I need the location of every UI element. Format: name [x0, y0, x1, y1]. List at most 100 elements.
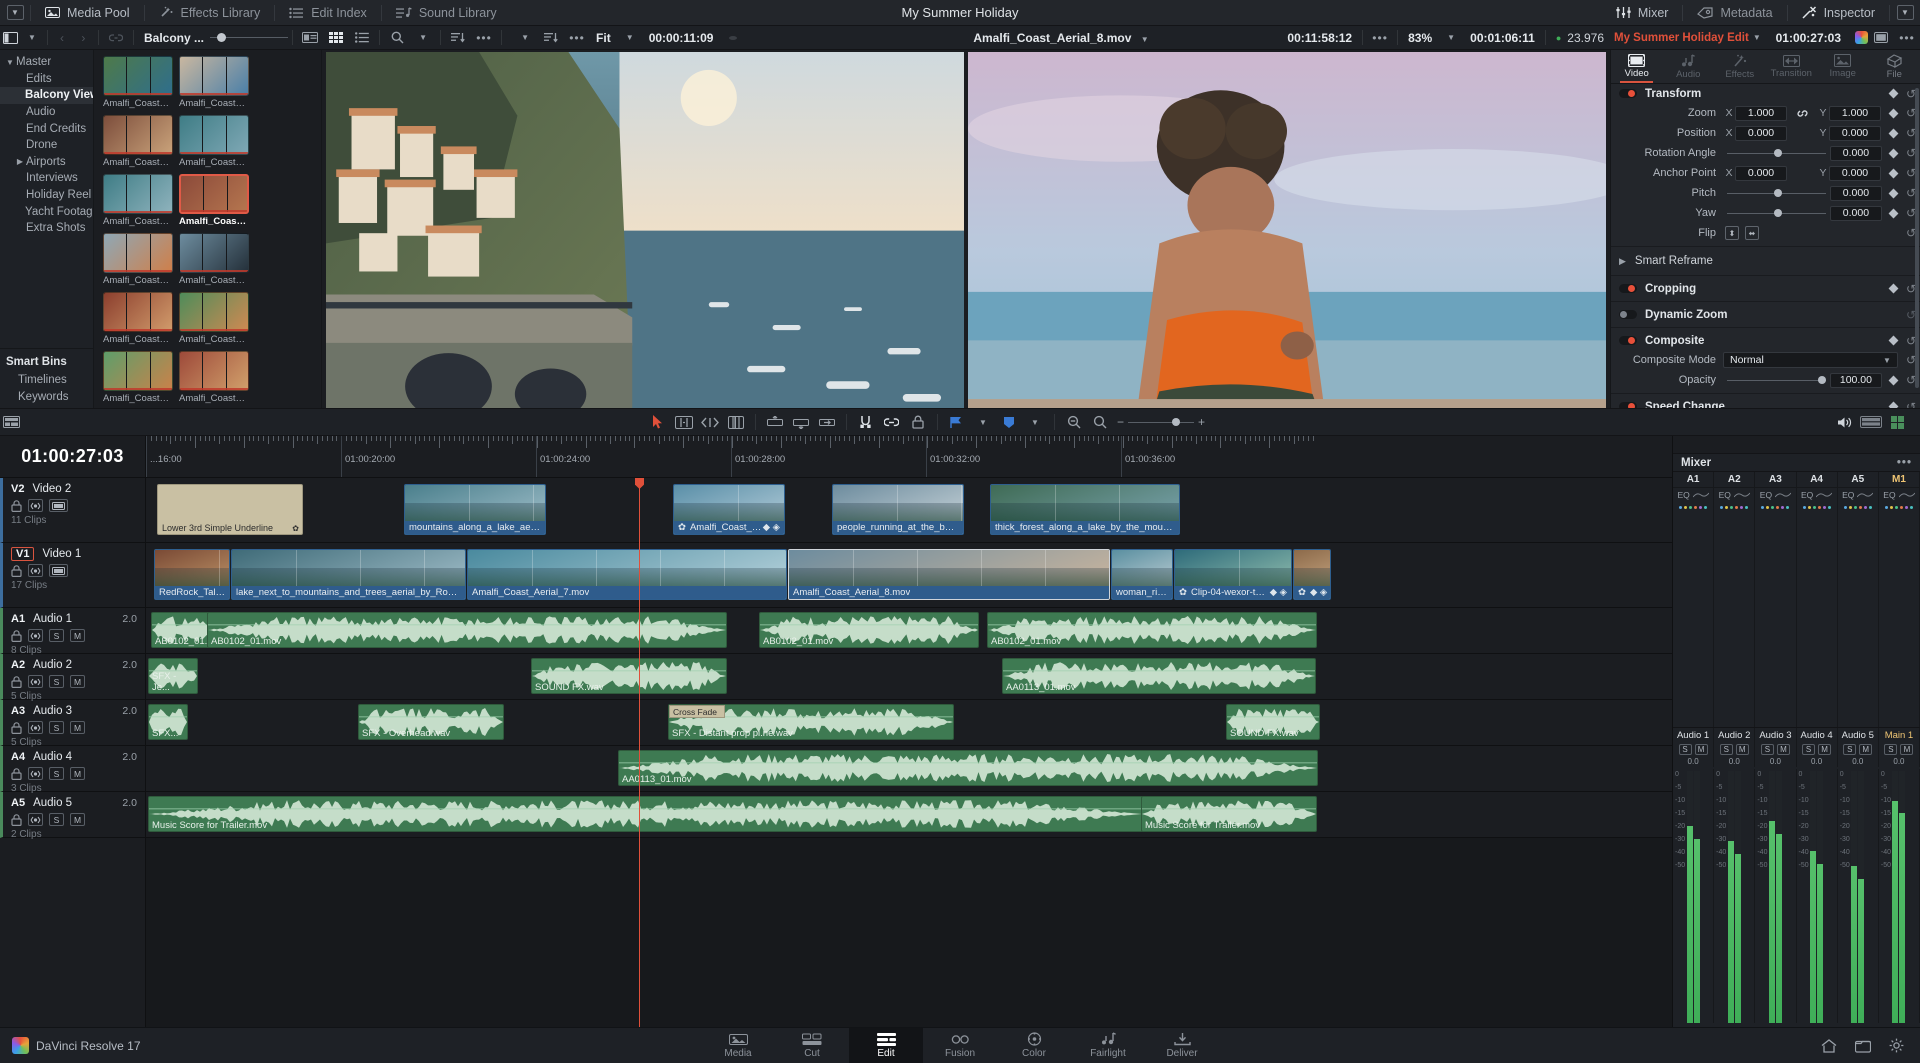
track-number[interactable]: V2: [11, 483, 24, 495]
top-item-media-pool[interactable]: Media Pool: [31, 0, 144, 26]
chevron-down-icon[interactable]: ▼: [617, 26, 643, 50]
position-y-field[interactable]: 0.000: [1829, 125, 1881, 141]
cropping-toggle[interactable]: [1619, 284, 1637, 293]
timeline-clip[interactable]: woman_ridi...: [1111, 549, 1173, 600]
track-enable-icon[interactable]: [28, 675, 43, 688]
page-button-cut[interactable]: Cut: [775, 1028, 849, 1063]
inspector-scrollbar[interactable]: [1915, 88, 1919, 388]
eq-control[interactable]: EQ: [1797, 488, 1837, 502]
overwrite-clip-icon[interactable]: [788, 409, 814, 435]
mute-button[interactable]: M: [1776, 744, 1790, 755]
lock-icon[interactable]: [11, 813, 22, 826]
top-item-metadata[interactable]: Metadata: [1683, 0, 1786, 26]
chevron-down-icon[interactable]: ▼: [4, 58, 16, 67]
cross-fade-label[interactable]: Cross Fade: [669, 705, 725, 718]
mixer-bus-a3[interactable]: A3 EQ: [1755, 472, 1797, 727]
keyframe-icon[interactable]: [1888, 148, 1899, 158]
timeline-clip[interactable]: ✿Amalfi_Coast_Ta.ent...◆ ◈: [673, 484, 785, 535]
solo-button[interactable]: S: [1843, 744, 1857, 755]
flag-icon[interactable]: [944, 409, 970, 435]
source-more-icon[interactable]: •••: [564, 26, 590, 50]
media-pool-clip[interactable]: Amalfi_Coast_A...: [103, 56, 173, 109]
link-icon[interactable]: [103, 26, 129, 50]
media-pool-clip[interactable]: Amalfi_Coast_T...: [103, 292, 173, 345]
track-number[interactable]: A1: [11, 613, 25, 625]
insert-clip-icon[interactable]: [762, 409, 788, 435]
right-panel-collapse-button[interactable]: ▼: [1890, 5, 1920, 20]
source-fit-label[interactable]: Fit: [590, 31, 617, 45]
inspector-section-smart-reframe[interactable]: ▶ Smart Reframe: [1611, 250, 1920, 272]
panel-toggle-icon[interactable]: [0, 26, 21, 50]
solo-button[interactable]: S: [1678, 744, 1692, 755]
top-item-edit-index[interactable]: Edit Index: [275, 0, 381, 26]
bin-item-yacht-footage[interactable]: Yacht Footage: [0, 203, 93, 220]
solo-button[interactable]: S: [49, 675, 64, 688]
rotation-slider[interactable]: [1727, 146, 1826, 160]
inspector-section-dynamic-zoom[interactable]: Dynamic Zoom ↺: [1611, 305, 1920, 324]
mixer-channel-5[interactable]: Audio 5: [1838, 727, 1879, 743]
yaw-slider[interactable]: [1727, 206, 1826, 220]
bin-item-drone[interactable]: Drone: [0, 137, 93, 154]
page-button-deliver[interactable]: Deliver: [1145, 1028, 1219, 1063]
color-wheel-icon[interactable]: [1855, 31, 1868, 44]
page-button-fusion[interactable]: Fusion: [923, 1028, 997, 1063]
mute-button[interactable]: M: [70, 629, 85, 642]
more-options-icon[interactable]: •••: [1897, 457, 1912, 469]
lock-icon[interactable]: [11, 564, 22, 577]
bin-item-airports[interactable]: ▶ Airports: [0, 154, 93, 171]
zoom-fit-icon[interactable]: [1087, 409, 1113, 435]
lock-icon[interactable]: [11, 499, 22, 512]
solo-button[interactable]: S: [49, 629, 64, 642]
track-name[interactable]: Audio 5: [33, 797, 72, 809]
page-button-edit[interactable]: Edit: [849, 1027, 923, 1063]
timeline-clip[interactable]: Amalfi_Coast_Aerial_8.mov: [788, 549, 1110, 600]
pitch-slider[interactable]: [1727, 186, 1826, 200]
inspector-tab-transition[interactable]: Transition: [1766, 50, 1818, 83]
mixer-channel-4[interactable]: Audio 4: [1797, 727, 1838, 743]
media-pool-clip[interactable]: Amalfi_Coast_A...: [103, 174, 173, 227]
track-name[interactable]: Video 1: [42, 548, 81, 560]
lock-icon[interactable]: [11, 767, 22, 780]
timeline-lanes[interactable]: Lower 3rd Simple Underline ✿ mountains_alo…: [146, 478, 1672, 1027]
timeline-audio-clip[interactable]: SOUND FX.wav: [531, 658, 727, 694]
mixer-bus-m1[interactable]: M1 EQ: [1878, 472, 1920, 727]
timeline-audio-clip[interactable]: SFX - Je...: [148, 658, 198, 694]
arrow-select-icon[interactable]: [645, 409, 671, 435]
inspector-section-transform[interactable]: Transform ↺: [1611, 84, 1920, 103]
keyframe-icon[interactable]: [1888, 375, 1899, 385]
viewer-mode-icon[interactable]: [1868, 26, 1894, 50]
track-number[interactable]: A2: [11, 659, 25, 671]
track-enable-icon[interactable]: [28, 564, 43, 577]
mixer-fader-value-4[interactable]: 0.0: [1797, 756, 1838, 767]
inspector-tab-image[interactable]: Image: [1817, 50, 1869, 83]
eq-control[interactable]: EQ: [1755, 488, 1795, 502]
track-number[interactable]: V1: [11, 547, 35, 561]
chevron-down-icon[interactable]: ▼: [1438, 26, 1464, 50]
lock-icon[interactable]: [11, 675, 22, 688]
chevron-down-icon[interactable]: ▼: [1749, 33, 1761, 42]
mute-button[interactable]: M: [1900, 744, 1914, 755]
link-icon[interactable]: [1787, 108, 1817, 119]
track-header-a3[interactable]: A3 Audio 3 2.0 S M 5 Clips: [0, 700, 145, 748]
media-pool-grid[interactable]: Amalfi_Coast_A... Amalfi_Coast_A... Amalfi…: [94, 50, 322, 408]
bin-item-master[interactable]: ▼ Master: [0, 54, 93, 71]
timeline-layout-icon[interactable]: [0, 416, 22, 428]
timeline-clip[interactable]: RedRock_Talent_3...: [154, 549, 230, 600]
keyframe-icon[interactable]: [1888, 88, 1899, 99]
timeline-name[interactable]: My Summer Holiday Edit: [1614, 32, 1749, 44]
track-name[interactable]: Audio 1: [33, 613, 72, 625]
track-monitor-icon[interactable]: [49, 564, 68, 577]
more-options-icon[interactable]: •••: [1894, 26, 1920, 50]
media-pool-clip[interactable]: Amalfi_Coast_T...: [103, 351, 173, 404]
keyframe-icon[interactable]: [1888, 188, 1899, 198]
timeline-clip[interactable]: Amalfi_Coast_Aerial_7.mov: [467, 549, 787, 600]
timeline-audio-clip[interactable]: SFX - Overhead.wav: [358, 704, 504, 740]
timeline-ruler[interactable]: ...16:00 01:00:20:00 01:00:24:00 01:00:28:0…: [146, 436, 1672, 477]
timeline-audio-clip[interactable]: SFX...: [148, 704, 188, 740]
timeline-audio-clip[interactable]: AB0102_01.mov: [759, 612, 979, 648]
top-item-mixer[interactable]: Mixer: [1602, 0, 1683, 26]
bin-item-interviews[interactable]: Interviews: [0, 170, 93, 187]
keyframe-icon[interactable]: [1888, 335, 1899, 346]
solo-button[interactable]: S: [49, 767, 64, 780]
keyframe-icon[interactable]: [1888, 208, 1899, 218]
